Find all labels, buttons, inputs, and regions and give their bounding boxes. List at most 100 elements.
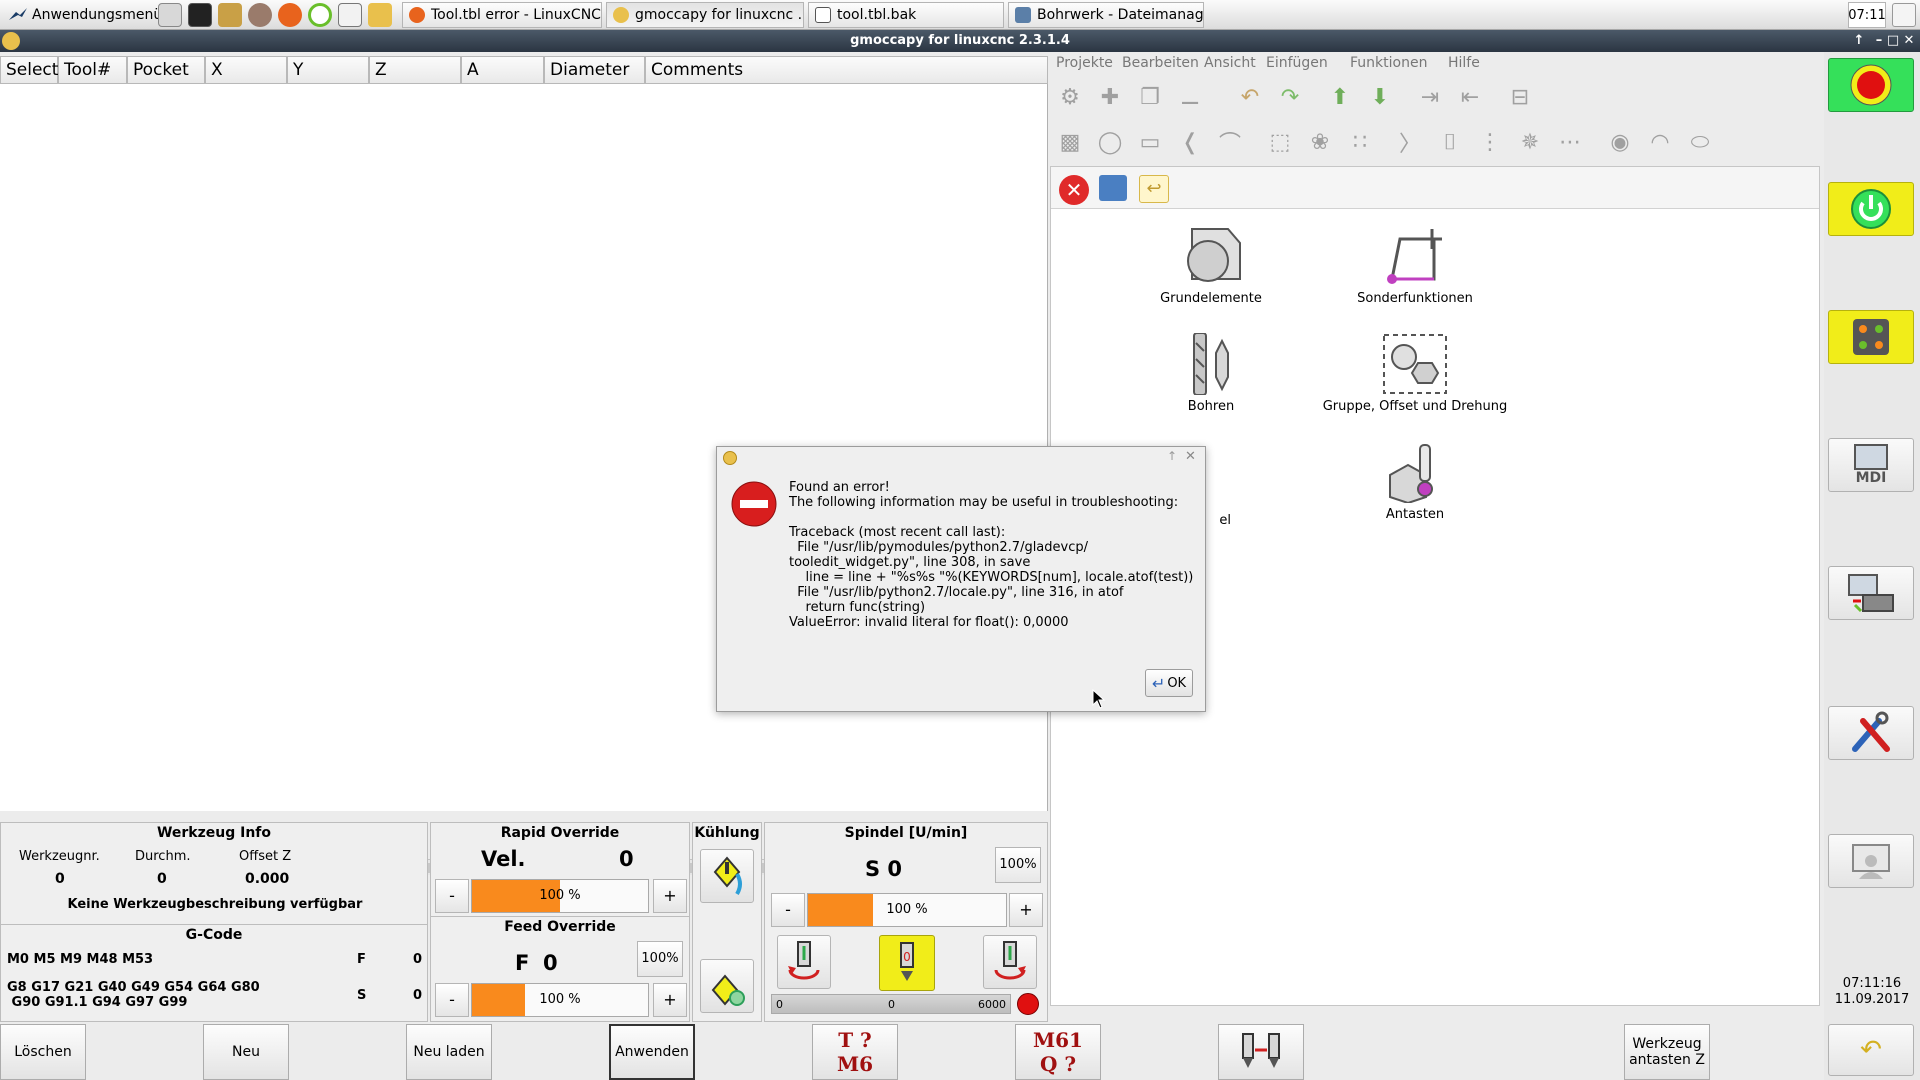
circle-icon[interactable]: ◯ — [1094, 126, 1126, 158]
rapid-override-slider[interactable]: 100 % — [471, 879, 649, 913]
feed-override-slider[interactable]: 100 % — [471, 983, 649, 1017]
column-header-comments[interactable]: Comments — [645, 56, 1048, 84]
delete-tool-button[interactable]: Löschen — [0, 1024, 86, 1080]
plate-icon[interactable]: ⬭ — [1684, 126, 1716, 158]
dialog-close-icon[interactable]: ✕ — [1185, 449, 1196, 464]
slot-icon[interactable]: ❬ — [1174, 126, 1206, 158]
close-icon[interactable]: ✕ — [1900, 32, 1918, 50]
category-gruppe-offset-drehung[interactable]: Gruppe, Offset und Drehung — [1315, 333, 1515, 414]
spindle-decrease-button[interactable]: - — [771, 893, 805, 927]
tool-change-m6-button[interactable]: T ? M6 — [812, 1024, 898, 1080]
redo-icon[interactable]: ↷ — [1274, 81, 1306, 113]
rapid-increase-button[interactable]: + — [653, 879, 687, 913]
settings-button[interactable] — [1828, 706, 1914, 760]
machine-power-button[interactable] — [1828, 182, 1914, 236]
menu-ansicht[interactable]: Ansicht — [1204, 55, 1256, 71]
menu-projekte[interactable]: Projekte — [1056, 55, 1113, 71]
tool-offset-button[interactable] — [1218, 1024, 1304, 1080]
window-icon[interactable] — [338, 3, 362, 27]
estop-button[interactable] — [1828, 58, 1914, 112]
new-tool-button[interactable]: Neu — [203, 1024, 289, 1080]
feed-increase-button[interactable]: + — [653, 983, 687, 1017]
mdi-mode-button[interactable]: MDI — [1828, 438, 1914, 492]
settings-icon[interactable] — [248, 3, 272, 27]
manual-mode-button[interactable] — [1828, 310, 1914, 364]
collapse-icon[interactable]: ⊟ — [1504, 81, 1536, 113]
task-gmoccapy[interactable]: gmoccapy for linuxcnc ... — [606, 2, 804, 28]
exit-button[interactable]: ↶ — [1828, 1024, 1914, 1076]
linuxcnc-icon[interactable] — [368, 3, 392, 27]
move-down-icon[interactable]: ⬇ — [1364, 81, 1396, 113]
add-icon[interactable]: ✚ — [1094, 81, 1126, 113]
column-header-z[interactable]: Z — [369, 56, 461, 84]
launcher-icon[interactable] — [158, 3, 182, 27]
notes-icon[interactable] — [218, 3, 242, 27]
circle-pattern-icon[interactable]: ❀ — [1304, 126, 1336, 158]
task-file-manager[interactable]: Bohrwerk - Dateimanager — [1008, 2, 1204, 28]
task-tool-tbl-error[interactable]: Tool.tbl error - LinuxCNC... — [402, 2, 602, 28]
menu-funktionen[interactable]: Funktionen — [1350, 55, 1427, 71]
ok-button[interactable]: ↵ OK — [1145, 669, 1193, 697]
column-header-a[interactable]: A — [461, 56, 544, 84]
hole-matrix-icon[interactable]: ⋮ — [1474, 126, 1506, 158]
probe-tool-z-button[interactable]: Werkzeug antasten Z — [1624, 1024, 1710, 1080]
keep-above-icon[interactable]: ↑ — [1850, 32, 1868, 50]
spindle-ccw-button[interactable] — [777, 935, 831, 989]
spindle-stop-button[interactable]: 0 — [879, 935, 935, 991]
indent-icon[interactable]: ⇥ — [1414, 81, 1446, 113]
hole-line-icon[interactable]: ⋯ — [1554, 126, 1586, 158]
m61-set-tool-button[interactable]: M61 Q ? — [1015, 1024, 1101, 1080]
probe-edge-icon[interactable]: ◠ — [1644, 126, 1676, 158]
column-header-tool-number[interactable]: Tool# — [58, 56, 127, 84]
firefox-icon[interactable] — [278, 3, 302, 27]
spindle-reset-button[interactable]: 100% — [995, 847, 1041, 883]
spindle-cw-button[interactable] — [983, 935, 1037, 989]
menu-bearbeiten[interactable]: Bearbeiten — [1122, 55, 1199, 71]
feed-decrease-button[interactable]: - — [435, 983, 469, 1017]
menu-einfuegen[interactable]: Einfügen — [1266, 55, 1328, 71]
dialog-keep-above-icon[interactable]: ↑ — [1167, 449, 1177, 463]
rapid-decrease-button[interactable]: - — [435, 879, 469, 913]
drill-icon[interactable]: 〉 — [1394, 126, 1426, 158]
probe-icon[interactable]: ◉ — [1604, 126, 1636, 158]
auto-mode-button[interactable] — [1828, 566, 1914, 620]
undo-icon[interactable]: ↶ — [1234, 81, 1266, 113]
apply-button[interactable]: Anwenden — [609, 1024, 695, 1080]
category-grundelemente[interactable]: Grundelemente — [1111, 225, 1311, 306]
user-tabs-button[interactable] — [1828, 834, 1914, 888]
column-header-x[interactable]: X — [205, 56, 287, 84]
taskbar-clock[interactable]: 07:11 — [1848, 2, 1886, 28]
mill-tool-icon[interactable]: ▩ — [1054, 126, 1086, 158]
group-icon[interactable]: ⬚ — [1264, 126, 1296, 158]
column-header-diameter[interactable]: Diameter — [544, 56, 645, 84]
terminal-icon[interactable] — [188, 3, 212, 27]
outdent-icon[interactable]: ⇤ — [1454, 81, 1486, 113]
flood-coolant-button[interactable] — [700, 849, 754, 903]
category-bohren[interactable]: Bohren — [1111, 333, 1311, 414]
remove-icon[interactable]: ⚊ — [1174, 81, 1206, 113]
column-header-y[interactable]: Y — [287, 56, 369, 84]
mist-coolant-button[interactable] — [700, 959, 754, 1013]
move-up-icon[interactable]: ⬆ — [1324, 81, 1356, 113]
gear-icon[interactable]: ⚙ — [1054, 81, 1086, 113]
copy-icon[interactable]: ❐ — [1134, 81, 1166, 113]
category-antasten[interactable]: Antasten — [1315, 441, 1515, 522]
grid-pattern-icon[interactable]: ∷ — [1344, 126, 1376, 158]
menu-hilfe[interactable]: Hilfe — [1448, 55, 1480, 71]
back-icon[interactable]: ↩ — [1139, 175, 1169, 203]
feed-reset-button[interactable]: 100% — [637, 941, 683, 977]
cancel-icon[interactable]: ✕ — [1059, 175, 1089, 205]
spindle-increase-button[interactable]: + — [1009, 893, 1043, 927]
arc-slot-icon[interactable]: ⌒ — [1214, 126, 1246, 158]
spindle-override-slider[interactable]: 100 % — [807, 893, 1007, 927]
open-folder-icon[interactable] — [1099, 175, 1127, 201]
hole-circle-icon[interactable]: ✵ — [1514, 126, 1546, 158]
category-sonderfunktionen[interactable]: Sonderfunktionen — [1315, 225, 1515, 306]
drill-point-icon[interactable]: ⌷ — [1434, 126, 1466, 158]
task-tool-tbl-bak[interactable]: tool.tbl.bak — [808, 2, 1004, 28]
reload-button[interactable]: Neu laden — [406, 1024, 492, 1080]
application-menu-button[interactable]: Anwendungsmenü — [4, 3, 166, 27]
column-header-select[interactable]: Select — [0, 56, 58, 84]
system-tray-icon[interactable] — [1892, 3, 1916, 27]
network-icon[interactable] — [308, 3, 332, 27]
